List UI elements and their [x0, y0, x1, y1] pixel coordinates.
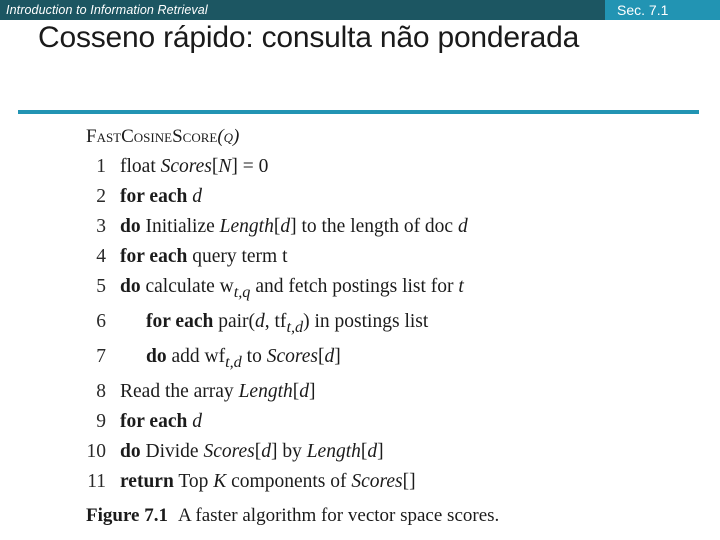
figure-caption-text: A faster algorithm for vector space scor…	[177, 505, 500, 526]
algorithm-line-number: 2	[96, 186, 106, 207]
algorithm-argument: (q)	[217, 126, 240, 147]
algorithm-line-number: 5	[96, 276, 106, 297]
algorithm-line: 1 float Scores[N] = 0	[0, 152, 720, 182]
algorithm-line-code: for each query term t	[120, 246, 288, 267]
algorithm-line: 3 do Initialize Length[d] to the length o…	[0, 212, 720, 242]
figure-caption: Figure 7.1 A faster algorithm for vector …	[86, 503, 499, 529]
algorithm-line-number: 10	[86, 440, 107, 462]
algorithm-line-code: for each d	[120, 186, 202, 207]
slide-header-bar: Introduction to Information Retrieval Se…	[0, 0, 720, 20]
algorithm-line-code: do Initialize Length[d] to the length of…	[120, 216, 468, 237]
algorithm-line-code: for each pair(d, tft,d) in postings list	[146, 310, 429, 336]
algorithm-line-code: do Divide Scores[d] by Length[d]	[120, 440, 384, 462]
algorithm-line-number: 9	[96, 410, 106, 432]
algorithm-line-number: 6	[96, 310, 106, 332]
algorithm-line: 9 for each d	[0, 407, 720, 437]
algorithm-line: 7 do add wft,d to Scores[d]	[0, 342, 720, 377]
algorithm-line-number: 11	[87, 470, 106, 492]
algorithm-line-list: 1 float Scores[N] = 0 2 for each d 3 do Initi…	[0, 152, 720, 497]
algorithm-line: 2 for each d	[0, 182, 720, 212]
figure-caption-label: Figure 7.1	[86, 505, 168, 526]
algorithm-line-number: 7	[96, 345, 106, 367]
algorithm-line: 11 return Top K components of Scores[]	[0, 467, 720, 497]
course-title: Introduction to Information Retrieval	[6, 3, 208, 17]
algorithm-name: FastCosineScore(q)	[86, 122, 720, 152]
algorithm-name-text: FastCosineScore	[86, 126, 218, 147]
algorithm-line-code: do add wft,d to Scores[d]	[146, 345, 341, 371]
algorithm-line: 5 do calculate wt,q and fetch postings li…	[0, 272, 720, 307]
algorithm-figure: FastCosineScore(q) 1 float Scores[N] = 0 2…	[0, 122, 720, 497]
page-title: Cosseno rápido: consulta não ponderada	[38, 21, 580, 54]
algorithm-line-number: 4	[96, 246, 106, 267]
algorithm-line-code: Read the array Length[d]	[120, 380, 316, 402]
title-divider-rule	[18, 110, 699, 114]
algorithm-line-code: float Scores[N] = 0	[120, 156, 269, 177]
algorithm-line: 6 for each pair(d, tft,d) in postings lis…	[0, 307, 720, 342]
algorithm-line-number: 1	[96, 156, 106, 177]
algorithm-line-code: for each d	[120, 410, 202, 432]
algorithm-line-code: do calculate wt,q and fetch postings lis…	[120, 276, 464, 301]
section-badge: Sec. 7.1	[605, 0, 720, 20]
algorithm-line-number: 8	[96, 380, 106, 402]
algorithm-line: 10 do Divide Scores[d] by Length[d]	[0, 437, 720, 467]
algorithm-line-number: 3	[96, 216, 106, 237]
algorithm-line: 4 for each query term t	[0, 242, 720, 272]
algorithm-line-code: return Top K components of Scores[]	[120, 470, 416, 492]
algorithm-line: 8 Read the array Length[d]	[0, 377, 720, 407]
